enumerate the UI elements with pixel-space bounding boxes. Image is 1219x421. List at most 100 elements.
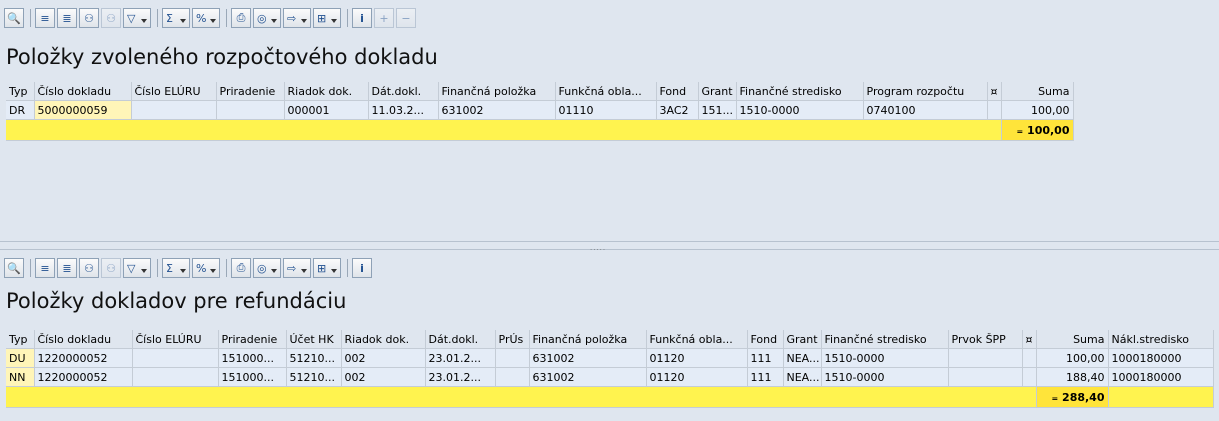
cell-assignment[interactable] (216, 100, 285, 120)
column-header[interactable]: Finančné stredisko (736, 82, 864, 101)
find-next-icon[interactable]: ⚇ (101, 258, 121, 278)
cell-grant[interactable]: NEA... (783, 348, 822, 368)
cell-amount[interactable]: 100,00 (1036, 348, 1109, 368)
cell-amount[interactable]: 188,40 (1036, 367, 1109, 387)
cell-document-number[interactable]: 1220000052 (34, 367, 133, 387)
table-row[interactable]: NN 1220000052 151000... 51210... 002 23.… (6, 367, 1214, 387)
currency-column-header[interactable]: ¤ (987, 82, 1002, 101)
cell-currency[interactable] (987, 100, 1002, 120)
cell-typ[interactable]: NN (6, 367, 35, 387)
cell-funds-center[interactable]: 1510-0000 (821, 367, 949, 387)
details-icon[interactable]: 🔍 (4, 258, 24, 278)
views-icon[interactable]: ◎ (253, 258, 281, 278)
cell-document-number[interactable]: 1220000052 (34, 348, 133, 368)
currency-column-header[interactable]: ¤ (1022, 330, 1037, 349)
cell-financial-item[interactable]: 631002 (529, 348, 647, 368)
column-header[interactable]: Suma (1001, 82, 1074, 101)
cell-financial-item[interactable]: 631002 (438, 100, 556, 120)
column-header[interactable]: Fond (747, 330, 784, 349)
column-header[interactable]: Nákl.stredisko (1108, 330, 1214, 349)
cell-wbs-element[interactable] (948, 348, 1023, 368)
views-icon[interactable]: ◎ (253, 8, 281, 28)
column-header[interactable]: Číslo dokladu (34, 82, 132, 101)
column-header[interactable]: Riadok dok. (341, 330, 426, 349)
column-header[interactable]: Číslo ELÚRU (131, 82, 217, 101)
details-icon[interactable]: 🔍 (4, 8, 24, 28)
cell-currency[interactable] (1022, 367, 1037, 387)
find-icon[interactable]: ⚇ (79, 8, 99, 28)
column-header[interactable]: Program rozpočtu (863, 82, 988, 101)
cell-date[interactable]: 11.03.2... (368, 100, 439, 120)
print-icon[interactable]: ⎙ (231, 258, 251, 278)
table-row[interactable]: DR 5000000059 000001 11.03.2... 631002 0… (6, 100, 1074, 120)
sort-descending-icon[interactable]: ≣ (57, 258, 77, 278)
column-header[interactable]: Číslo dokladu (34, 330, 133, 349)
sort-ascending-icon[interactable]: ≡ (35, 258, 55, 278)
total-icon[interactable]: Σ (162, 258, 190, 278)
column-header[interactable]: Funkčná obla... (646, 330, 748, 349)
pane-splitter[interactable]: ..... (0, 241, 1219, 252)
cell-cost-center[interactable]: 1000180000 (1108, 348, 1214, 368)
total-icon[interactable]: Σ (162, 8, 190, 28)
filter-icon[interactable]: ▽ (123, 258, 151, 278)
cell-currency[interactable] (1022, 348, 1037, 368)
export-icon[interactable]: ⇨ (283, 8, 311, 28)
cell-functional-area[interactable]: 01110 (555, 100, 657, 120)
cell-financial-item[interactable]: 631002 (529, 367, 647, 387)
cell-line[interactable]: 002 (341, 367, 426, 387)
cell-prus[interactable] (495, 348, 530, 368)
delete-row-icon[interactable]: − (396, 8, 416, 28)
column-header[interactable]: PrÚs (495, 330, 530, 349)
column-header[interactable]: Priradenie (218, 330, 287, 349)
cell-functional-area[interactable]: 01120 (646, 367, 748, 387)
cell-fund[interactable]: 111 (747, 348, 784, 368)
info-icon[interactable]: i (352, 8, 372, 28)
column-header[interactable]: Dát.dokl. (425, 330, 496, 349)
sort-ascending-icon[interactable]: ≡ (35, 8, 55, 28)
cell-document-number[interactable]: 5000000059 (34, 100, 132, 120)
cell-typ[interactable]: DU (6, 348, 35, 368)
cell-eluru[interactable] (132, 367, 219, 387)
column-header[interactable]: Typ (6, 82, 35, 101)
insert-row-icon[interactable]: + (374, 8, 394, 28)
column-header[interactable]: Finančná položka (529, 330, 647, 349)
cell-assignment[interactable]: 151000... (218, 348, 287, 368)
filter-icon[interactable]: ▽ (123, 8, 151, 28)
subtotals-icon[interactable]: % (192, 258, 220, 278)
column-header[interactable]: Dát.dokl. (368, 82, 439, 101)
subtotals-icon[interactable]: % (192, 8, 220, 28)
cell-assignment[interactable]: 151000... (218, 367, 287, 387)
cell-amount[interactable]: 100,00 (1001, 100, 1074, 120)
info-icon[interactable]: i (352, 258, 372, 278)
cell-line[interactable]: 000001 (284, 100, 369, 120)
export-icon[interactable]: ⇨ (283, 258, 311, 278)
cell-funds-center[interactable]: 1510-0000 (736, 100, 864, 120)
column-header[interactable]: Typ (6, 330, 35, 349)
column-header[interactable]: Riadok dok. (284, 82, 369, 101)
cell-gl-account[interactable]: 51210... (286, 348, 342, 368)
column-header[interactable]: Finančná položka (438, 82, 556, 101)
column-header[interactable]: Prvok ŠPP (948, 330, 1023, 349)
sort-descending-icon[interactable]: ≣ (57, 8, 77, 28)
cell-prus[interactable] (495, 367, 530, 387)
cell-date[interactable]: 23.01.2... (425, 367, 496, 387)
cell-budget-program[interactable]: 0740100 (863, 100, 988, 120)
cell-grant[interactable]: 151... (698, 100, 737, 120)
cell-fund[interactable]: 111 (747, 367, 784, 387)
cell-functional-area[interactable]: 01120 (646, 348, 748, 368)
print-icon[interactable]: ⎙ (231, 8, 251, 28)
column-header[interactable]: Číslo ELÚRU (132, 330, 219, 349)
cell-gl-account[interactable]: 51210... (286, 367, 342, 387)
find-next-icon[interactable]: ⚇ (101, 8, 121, 28)
column-header[interactable]: Fond (656, 82, 699, 101)
cell-grant[interactable]: NEA... (783, 367, 822, 387)
cell-eluru[interactable] (131, 100, 217, 120)
cell-fund[interactable]: 3AC2 (656, 100, 699, 120)
column-header[interactable]: Priradenie (216, 82, 285, 101)
column-header[interactable]: Funkčná obla... (555, 82, 657, 101)
column-header[interactable]: Suma (1036, 330, 1109, 349)
cell-date[interactable]: 23.01.2... (425, 348, 496, 368)
layout-icon[interactable]: ⊞ (313, 258, 341, 278)
cell-funds-center[interactable]: 1510-0000 (821, 348, 949, 368)
column-header[interactable]: Finančné stredisko (821, 330, 949, 349)
